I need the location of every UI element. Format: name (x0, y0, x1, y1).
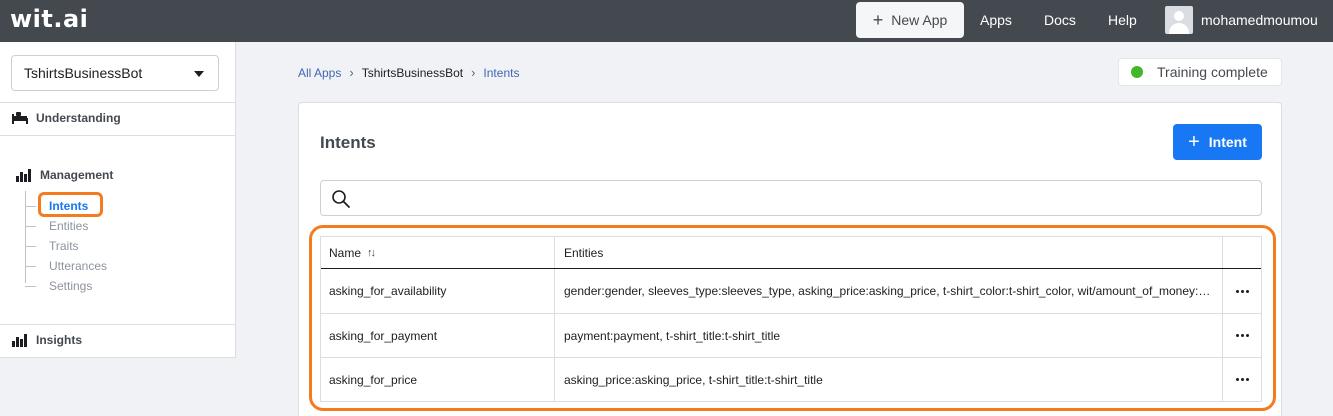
sidebar-item-management[interactable]: Management (16, 168, 113, 182)
sidebar-item-settings[interactable]: Settings (25, 279, 92, 293)
search-field[interactable] (320, 180, 1262, 216)
plus-icon: + (872, 10, 884, 30)
sidebar-insights-label: Insights (36, 333, 83, 347)
app-selector[interactable]: TshirtsBusinessBot (11, 55, 219, 91)
sidebar-item-label: Utterances (49, 259, 108, 273)
status-dot-icon (1131, 66, 1143, 78)
nav-help[interactable]: Help (1108, 12, 1137, 28)
tree-tick (25, 225, 36, 227)
chevron-right-icon: › (349, 65, 354, 80)
sidebar-management-label: Management (40, 168, 114, 182)
sidebar-understanding-label: Understanding (36, 111, 121, 125)
sidebar-item-label: Settings (49, 279, 93, 293)
tree-tick (25, 245, 36, 247)
training-status-text: Training complete (1157, 64, 1268, 80)
nav-docs[interactable]: Docs (1044, 12, 1076, 28)
breadcrumb: All Apps › TshirtsBusinessBot › Intents (298, 65, 519, 80)
sidebar-item-traits[interactable]: Traits (25, 239, 79, 253)
sidebar-item-insights[interactable]: Insights (12, 333, 82, 347)
avatar-head-shape (1174, 11, 1184, 21)
wit-logo[interactable]: wit.ai (10, 5, 88, 33)
app-selector-value: TshirtsBusinessBot (24, 65, 143, 81)
plus-icon: + (1188, 131, 1200, 153)
breadcrumb-all-apps[interactable]: All Apps (298, 66, 341, 80)
sidebar-item-label: Entities (49, 219, 89, 233)
sidebar-divider (0, 135, 236, 136)
tree-tick (25, 285, 36, 287)
search-icon (332, 190, 350, 208)
page-title: Intents (320, 133, 376, 152)
understanding-icon (12, 112, 28, 124)
sidebar-item-understanding[interactable]: Understanding (12, 111, 121, 125)
new-app-label: New App (891, 12, 948, 28)
search-input[interactable] (361, 187, 1251, 209)
sidebar-divider (0, 102, 236, 103)
bar-chart-icon (16, 168, 31, 182)
sidebar-item-utterances[interactable]: Utterances (25, 259, 107, 273)
bar-chart-icon (12, 333, 27, 347)
training-status-badge: Training complete (1118, 58, 1282, 86)
sidebar-item-label: Traits (49, 239, 79, 253)
new-app-button[interactable]: + New App (856, 2, 964, 38)
breadcrumb-intents[interactable]: Intents (483, 66, 519, 80)
breadcrumb-app[interactable]: TshirtsBusinessBot (362, 66, 463, 80)
tree-tick (25, 265, 36, 267)
avatar-body-shape (1169, 23, 1189, 34)
sidebar-divider (0, 324, 236, 325)
add-intent-label: Intent (1208, 134, 1247, 150)
sidebar: TshirtsBusinessBot Understanding Managem… (0, 42, 236, 358)
nav-apps[interactable]: Apps (980, 12, 1012, 28)
add-intent-button[interactable]: + Intent (1173, 124, 1262, 160)
annotation-highlight-intents (38, 192, 103, 217)
caret-down-icon (194, 71, 204, 77)
tree-tick (25, 205, 36, 207)
avatar[interactable] (1165, 6, 1193, 34)
username[interactable]: mohamedmoumou (1201, 12, 1318, 28)
top-bar: wit.ai + New App Apps Docs Help mohamedm… (0, 0, 1333, 42)
chevron-right-icon: › (471, 65, 476, 80)
annotation-highlight-table (309, 225, 1276, 411)
sidebar-item-entities[interactable]: Entities (25, 219, 88, 233)
